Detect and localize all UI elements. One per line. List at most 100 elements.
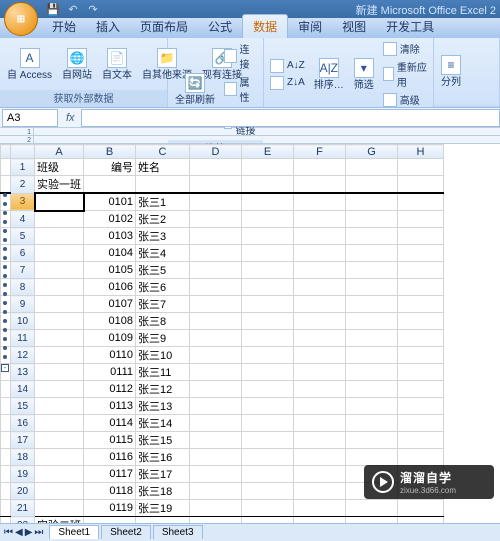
cell-B11[interactable]: 0109	[84, 330, 136, 347]
cell-A11[interactable]	[35, 330, 84, 347]
worksheet-grid[interactable]: ABCDEFGH1班级编号姓名2实验一班30101张三140102张三25010…	[0, 144, 500, 523]
cell-B21[interactable]: 0119	[84, 500, 136, 517]
ribbon-tab-7[interactable]: 开发工具	[376, 15, 444, 38]
row-header-20[interactable]: 20	[11, 483, 35, 500]
cell-G2[interactable]	[346, 176, 398, 194]
sort-asc-button[interactable]: A↓Z	[268, 58, 307, 74]
fx-icon[interactable]: fx	[60, 112, 81, 124]
cell-C21[interactable]: 张三19	[136, 500, 190, 517]
cell-A7[interactable]	[35, 262, 84, 279]
cell-H13[interactable]	[398, 364, 444, 381]
cell-C19[interactable]: 张三17	[136, 466, 190, 483]
row-header-8[interactable]: 8	[11, 279, 35, 296]
cell-D10[interactable]	[190, 313, 242, 330]
cell-H3[interactable]	[398, 193, 444, 211]
cell-E20[interactable]	[242, 483, 294, 500]
conn-item-1[interactable]: 属性	[222, 73, 259, 105]
ribbon-tab-0[interactable]: 开始	[42, 15, 86, 38]
row-header-7[interactable]: 7	[11, 262, 35, 279]
cell-C4[interactable]: 张三2	[136, 211, 190, 228]
cell-H18[interactable]	[398, 449, 444, 466]
cell-H6[interactable]	[398, 245, 444, 262]
cell-A21[interactable]	[35, 500, 84, 517]
cell-D14[interactable]	[190, 381, 242, 398]
cell-H21[interactable]	[398, 500, 444, 517]
cell-D19[interactable]	[190, 466, 242, 483]
cell-C17[interactable]: 张三15	[136, 432, 190, 449]
cell-D11[interactable]	[190, 330, 242, 347]
cell-E1[interactable]	[242, 159, 294, 176]
cell-G9[interactable]	[346, 296, 398, 313]
cell-A15[interactable]	[35, 398, 84, 415]
office-button[interactable]: ⊞	[4, 2, 38, 36]
cell-G12[interactable]	[346, 347, 398, 364]
cell-E19[interactable]	[242, 466, 294, 483]
row-header-18[interactable]: 18	[11, 449, 35, 466]
cell-C16[interactable]: 张三14	[136, 415, 190, 432]
cell-C18[interactable]: 张三16	[136, 449, 190, 466]
cell-C11[interactable]: 张三9	[136, 330, 190, 347]
col-header-A[interactable]: A	[35, 145, 84, 159]
cell-F15[interactable]	[294, 398, 346, 415]
cell-A4[interactable]	[35, 211, 84, 228]
cell-C15[interactable]: 张三13	[136, 398, 190, 415]
cell-E13[interactable]	[242, 364, 294, 381]
cell-B14[interactable]: 0112	[84, 381, 136, 398]
cell-B6[interactable]: 0104	[84, 245, 136, 262]
cell-E16[interactable]	[242, 415, 294, 432]
cell-E2[interactable]	[242, 176, 294, 194]
cell-F7[interactable]	[294, 262, 346, 279]
row-header-11[interactable]: 11	[11, 330, 35, 347]
row-header-10[interactable]: 10	[11, 313, 35, 330]
row-header-22[interactable]: 22	[11, 517, 35, 524]
cell-E5[interactable]	[242, 228, 294, 245]
cell-D13[interactable]	[190, 364, 242, 381]
ext-data-btn-1[interactable]: 🌐自网站	[59, 46, 95, 83]
ribbon-tab-3[interactable]: 公式	[198, 15, 242, 38]
cell-F12[interactable]	[294, 347, 346, 364]
cell-G17[interactable]	[346, 432, 398, 449]
cell-C2[interactable]	[136, 176, 190, 194]
cell-F3[interactable]	[294, 193, 346, 211]
cell-A8[interactable]	[35, 279, 84, 296]
cell-F5[interactable]	[294, 228, 346, 245]
cell-B13[interactable]: 0111	[84, 364, 136, 381]
cell-B5[interactable]: 0103	[84, 228, 136, 245]
cell-C1[interactable]: 姓名	[136, 159, 190, 176]
cell-F1[interactable]	[294, 159, 346, 176]
cell-B17[interactable]: 0115	[84, 432, 136, 449]
row-header-1[interactable]: 1	[11, 159, 35, 176]
cell-G8[interactable]	[346, 279, 398, 296]
cell-F10[interactable]	[294, 313, 346, 330]
col-header-H[interactable]: H	[398, 145, 444, 159]
cell-H1[interactable]	[398, 159, 444, 176]
row-header-9[interactable]: 9	[11, 296, 35, 313]
row-header-13[interactable]: 13	[11, 364, 35, 381]
row-header-21[interactable]: 21	[11, 500, 35, 517]
cell-B9[interactable]: 0107	[84, 296, 136, 313]
col-header-B[interactable]: B	[84, 145, 136, 159]
cell-F14[interactable]	[294, 381, 346, 398]
cell-E9[interactable]	[242, 296, 294, 313]
cell-B16[interactable]: 0114	[84, 415, 136, 432]
row-header-15[interactable]: 15	[11, 398, 35, 415]
outline-collapse-button[interactable]: -	[1, 364, 9, 372]
cell-D3[interactable]	[190, 193, 242, 211]
cell-G14[interactable]	[346, 381, 398, 398]
sort-desc-button[interactable]: Z↓A	[268, 75, 307, 91]
col-header-E[interactable]: E	[242, 145, 294, 159]
cell-A5[interactable]	[35, 228, 84, 245]
sort-button[interactable]: A|Z 排序…	[311, 56, 347, 93]
cell-C8[interactable]: 张三6	[136, 279, 190, 296]
row-header-5[interactable]: 5	[11, 228, 35, 245]
cell-H10[interactable]	[398, 313, 444, 330]
cell-H14[interactable]	[398, 381, 444, 398]
cell-A22[interactable]: 实验二班	[35, 517, 84, 524]
cell-E10[interactable]	[242, 313, 294, 330]
cell-D20[interactable]	[190, 483, 242, 500]
conn-item-0[interactable]: 连接	[222, 40, 259, 72]
col-header-C[interactable]: C	[136, 145, 190, 159]
cell-H8[interactable]	[398, 279, 444, 296]
col-header-F[interactable]: F	[294, 145, 346, 159]
row-header-3[interactable]: 3	[11, 193, 35, 211]
